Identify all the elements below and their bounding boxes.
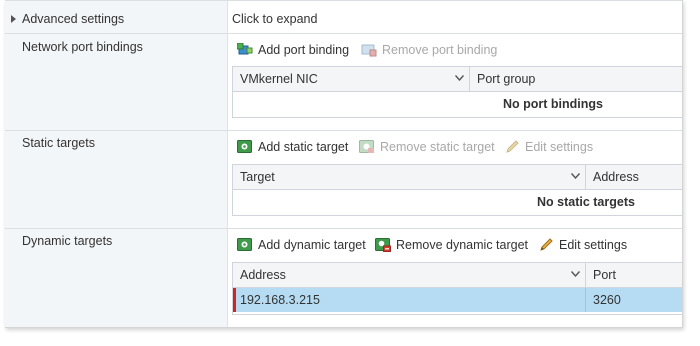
- remove-port-binding-button[interactable]: Remove port binding: [361, 43, 497, 57]
- column-header-port[interactable]: Port: [586, 263, 682, 287]
- pencil-icon: [506, 140, 519, 153]
- add-static-target-button[interactable]: Add static target: [237, 140, 348, 154]
- add-port-binding-label: Add port binding: [258, 43, 350, 57]
- add-dynamic-target-icon: [237, 238, 252, 251]
- chevron-down-icon[interactable]: [571, 271, 580, 277]
- iscsi-settings-panel: Advanced settings Click to expand Networ…: [5, 0, 683, 328]
- remove-static-target-label: Remove static target: [380, 140, 495, 154]
- advanced-settings-value[interactable]: Click to expand: [232, 12, 317, 26]
- address-cell: 192.168.3.215: [240, 293, 320, 307]
- column-header-target[interactable]: Target: [233, 165, 585, 189]
- add-static-target-label: Add static target: [258, 140, 349, 154]
- add-port-binding-button[interactable]: Add port binding: [237, 43, 349, 57]
- static-targets-grid: Target Address No static targets: [232, 164, 682, 216]
- edit-static-settings-button[interactable]: Edit settings: [505, 140, 593, 154]
- chevron-down-icon[interactable]: [571, 173, 580, 179]
- column-header-address[interactable]: Address: [586, 165, 682, 189]
- remove-dynamic-target-icon: [375, 238, 391, 252]
- remove-port-binding-label: Remove port binding: [382, 43, 498, 57]
- dynamic-targets-label: Dynamic targets: [22, 234, 113, 248]
- port-bindings-grid: VMkernel NIC Port group No port bindings: [232, 66, 682, 118]
- remove-dynamic-target-label: Remove dynamic target: [396, 238, 529, 252]
- selected-row-marker: [233, 288, 236, 312]
- add-dynamic-target-label: Add dynamic target: [258, 238, 366, 252]
- column-header-address[interactable]: Address: [233, 263, 585, 287]
- add-static-target-icon: [237, 140, 252, 153]
- row-divider: [5, 228, 682, 229]
- chevron-down-icon[interactable]: [455, 75, 464, 81]
- static-targets-empty-message: No static targets: [537, 195, 635, 209]
- column-separator: [585, 288, 586, 312]
- edit-static-settings-label: Edit settings: [525, 140, 594, 154]
- port-bindings-label: Network port bindings: [22, 40, 143, 54]
- grid-header: Address Port: [233, 263, 682, 288]
- advanced-settings-label: Advanced settings: [22, 12, 125, 26]
- pencil-icon: [540, 238, 553, 251]
- port-bindings-empty-message: No port bindings: [503, 97, 603, 111]
- add-port-binding-icon: [237, 43, 253, 55]
- remove-static-target-icon: [359, 140, 374, 153]
- remove-static-target-button[interactable]: Remove static target: [359, 140, 495, 154]
- dynamic-targets-grid: Address Port 192.168.3.215 3260: [232, 262, 682, 315]
- port-cell: 3260: [593, 293, 621, 307]
- grid-header: Target Address: [233, 165, 682, 190]
- row-divider: [5, 33, 682, 34]
- remove-dynamic-target-button[interactable]: Remove dynamic target: [375, 238, 528, 252]
- advanced-settings-toggle[interactable]: Advanced settings: [11, 12, 124, 26]
- column-header-port-group[interactable]: Port group: [470, 67, 682, 91]
- column-header-vmkernel-nic[interactable]: VMkernel NIC: [233, 67, 469, 91]
- add-dynamic-target-button[interactable]: Add dynamic target: [237, 238, 366, 252]
- caret-right-icon: [11, 15, 16, 23]
- grid-header: VMkernel NIC Port group: [233, 67, 682, 92]
- edit-dynamic-settings-label: Edit settings: [559, 238, 628, 252]
- table-row[interactable]: 192.168.3.215 3260: [233, 288, 682, 312]
- row-divider: [5, 0, 682, 1]
- row-divider: [5, 130, 682, 131]
- static-targets-label: Static targets: [22, 136, 95, 150]
- edit-dynamic-settings-button[interactable]: Edit settings: [539, 238, 627, 252]
- remove-port-binding-icon: [361, 44, 377, 57]
